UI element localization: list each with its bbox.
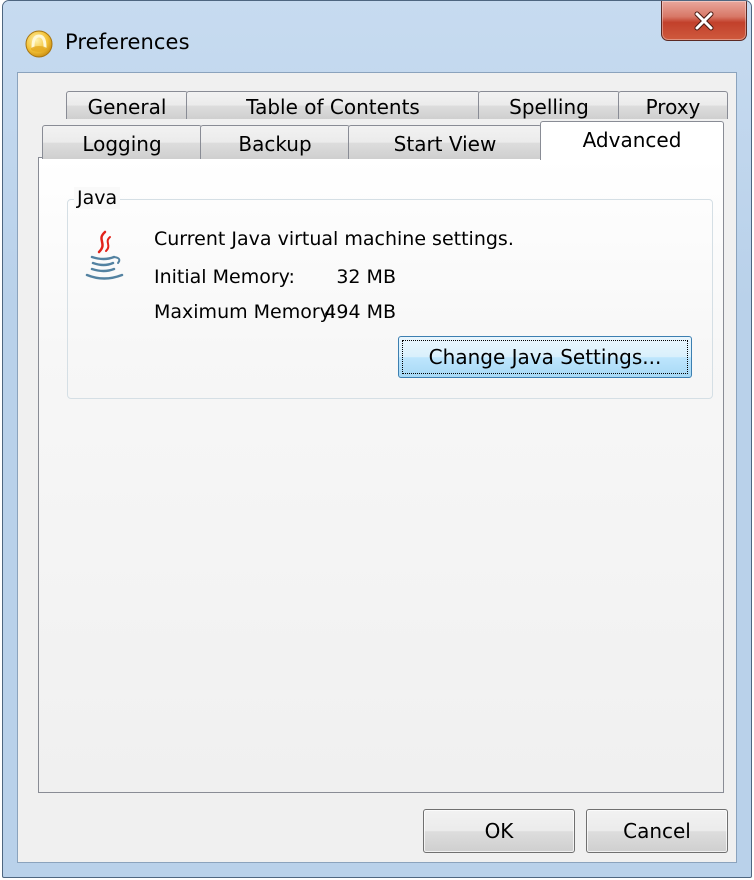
- title-bar[interactable]: Preferences: [3, 1, 751, 73]
- preferences-window: Preferences General Table of Contents Sp…: [2, 0, 752, 878]
- window-title: Preferences: [65, 30, 190, 54]
- ok-button[interactable]: OK: [423, 809, 575, 853]
- java-group-caption: Java: [74, 187, 121, 209]
- close-icon: [694, 11, 714, 30]
- java-settings-description: Current Java virtual machine settings.: [154, 228, 514, 250]
- maximum-memory-value: 494 MB: [324, 301, 396, 323]
- cancel-button[interactable]: Cancel: [586, 809, 728, 853]
- initial-memory-label: Initial Memory:: [154, 266, 295, 288]
- tab-spelling[interactable]: Spelling: [478, 91, 620, 119]
- tab-general[interactable]: General: [66, 91, 188, 119]
- change-java-settings-button[interactable]: Change Java Settings...: [398, 336, 692, 378]
- app-icon: [23, 27, 55, 59]
- tab-proxy[interactable]: Proxy: [618, 91, 728, 119]
- tab-advanced[interactable]: Advanced: [540, 121, 724, 160]
- dialog-client-area: General Table of Contents Spelling Proxy…: [17, 72, 737, 863]
- close-button[interactable]: [661, 1, 747, 41]
- tab-logging[interactable]: Logging: [42, 125, 202, 159]
- tab-backup[interactable]: Backup: [200, 125, 350, 159]
- maximum-memory-label: Maximum Memory:: [154, 301, 336, 323]
- java-groupbox: Java Current Java virtual machine settin…: [67, 187, 713, 399]
- tab-table-of-contents[interactable]: Table of Contents: [186, 91, 480, 119]
- advanced-tab-panel: Java Current Java virtual machine settin…: [38, 157, 724, 793]
- focus-rectangle: [402, 340, 688, 374]
- tab-start-view[interactable]: Start View: [348, 125, 542, 159]
- initial-memory-value: 32 MB: [336, 266, 396, 288]
- java-icon: [84, 230, 124, 286]
